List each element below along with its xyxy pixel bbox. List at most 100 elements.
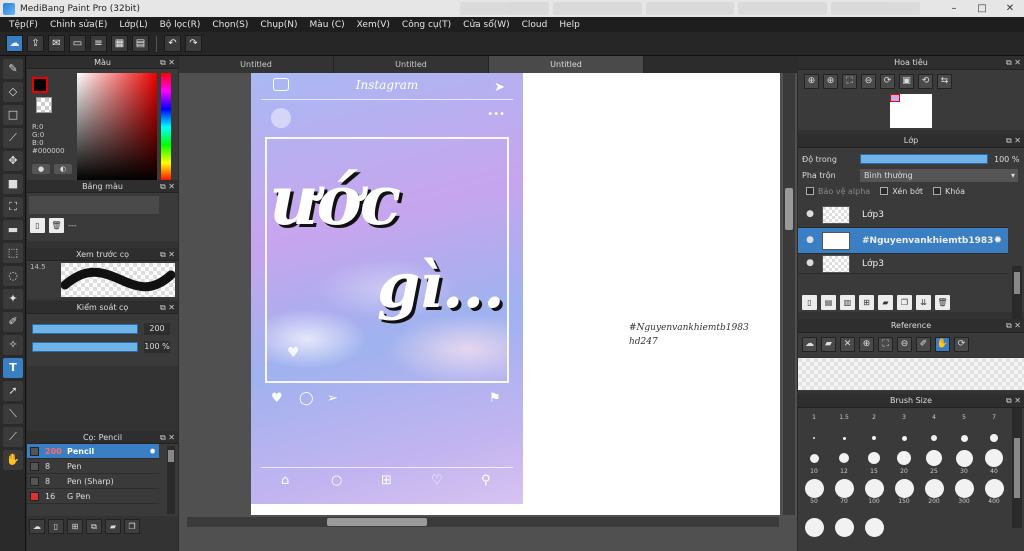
add-layer-menu-icon[interactable]: ⊞ <box>859 295 874 310</box>
color-mode-a-icon[interactable]: ● <box>32 164 50 174</box>
gear-icon[interactable]: ✹ <box>994 235 1002 246</box>
select-pen-tool-icon[interactable]: ✐ <box>3 312 23 332</box>
brush-size-preset[interactable] <box>868 452 880 464</box>
redo-icon[interactable]: ↷ <box>185 35 202 52</box>
menu-cloud[interactable]: Cloud <box>516 20 554 30</box>
document-tab-active[interactable]: Untitled <box>489 56 644 73</box>
bucket-tool-icon[interactable]: ⛶ <box>3 197 23 217</box>
brush-item[interactable]: 16 G Pen <box>27 489 159 504</box>
copy-brush-icon[interactable]: ⧉ <box>86 519 102 534</box>
menu-view[interactable]: Xem(V) <box>351 20 396 30</box>
brush-size-preset[interactable] <box>834 478 854 498</box>
scroll-thumb[interactable] <box>1014 438 1020 498</box>
panel-controls-icon[interactable]: ⧉ ✕ <box>1006 394 1021 408</box>
eyedropper-tool-icon[interactable]: ⟋ <box>3 427 23 447</box>
document-tab[interactable]: Untitled <box>179 56 334 73</box>
panel-controls-icon[interactable]: ⧉ ✕ <box>1006 134 1021 148</box>
cloud-icon[interactable]: ☁ <box>802 337 817 352</box>
brush-size-preset[interactable] <box>842 436 846 440</box>
visibility-icon[interactable]: ● <box>804 235 816 247</box>
brush-size-preset[interactable] <box>839 453 849 463</box>
panel-controls-icon[interactable]: ⧉ ✕ <box>1006 319 1021 333</box>
menu-filter[interactable]: Bộ lọc(R) <box>154 20 207 30</box>
menu-snap[interactable]: Chụp(N) <box>254 20 303 30</box>
protect-alpha-checkbox[interactable]: Bảo vệ alpha <box>806 187 870 196</box>
zoom-in-icon[interactable]: ⊕ <box>823 74 838 89</box>
brush-size-preset[interactable] <box>864 518 884 537</box>
select-rect-tool-icon[interactable]: ⬚ <box>3 243 23 263</box>
panel-controls-icon[interactable]: ⧉ ✕ <box>1006 56 1021 70</box>
text-tool-icon[interactable]: T <box>3 358 23 378</box>
brush-size-preset[interactable] <box>954 478 974 498</box>
brush-size-preset[interactable] <box>985 449 1003 467</box>
lock-checkbox[interactable]: Khóa <box>932 187 965 196</box>
gear-icon[interactable]: ✹ <box>149 447 156 456</box>
eraser-tool-icon[interactable]: ◇ <box>3 82 23 102</box>
menu-color[interactable]: Màu (C) <box>304 20 351 30</box>
brush-opacity-slider[interactable] <box>32 342 138 352</box>
panel-controls-icon[interactable]: ⧉ ✕ <box>160 180 175 193</box>
rectangle-tool-icon[interactable]: □ <box>3 105 23 125</box>
tiles-icon[interactable]: ▤ <box>132 35 149 52</box>
panel-controls-icon[interactable]: ⧉ ✕ <box>160 56 175 69</box>
minimize-icon[interactable]: – <box>940 0 968 17</box>
brush-size-preset[interactable] <box>901 435 907 441</box>
fill-rect-tool-icon[interactable]: ■ <box>3 174 23 194</box>
grid-icon[interactable]: ▦ <box>111 35 128 52</box>
brush-size-preset[interactable] <box>931 435 937 441</box>
close-icon[interactable]: ✕ <box>996 0 1024 17</box>
fit-icon[interactable]: ⛶ <box>878 337 893 352</box>
menu-layer[interactable]: Lớp(L) <box>113 20 153 30</box>
layer-row[interactable]: ● Lớp3 <box>798 202 1008 228</box>
select-eraser-tool-icon[interactable]: ✧ <box>3 335 23 355</box>
scroll-thumb[interactable] <box>1014 272 1020 294</box>
folder-open-icon[interactable]: ▰ <box>821 337 836 352</box>
layer-row[interactable]: ● Lớp3 <box>798 254 1008 274</box>
brush-size-value[interactable]: 200 <box>144 323 170 335</box>
fit-window-icon[interactable]: ⛶ <box>842 74 857 89</box>
brush-size-preset[interactable] <box>924 478 944 498</box>
close-icon[interactable]: ✕ <box>840 337 855 352</box>
hue-slider[interactable] <box>161 73 171 181</box>
blend-mode-select[interactable]: Bình thường <box>860 168 1018 182</box>
trash-icon[interactable]: 🗑 <box>49 218 64 233</box>
document-tab[interactable]: Untitled <box>334 56 489 73</box>
panel-controls-icon[interactable]: ⧉ ✕ <box>160 301 175 314</box>
new-palette-icon[interactable]: ▯ <box>30 218 45 233</box>
folder-icon[interactable]: ▰ <box>878 295 893 310</box>
folder-icon[interactable]: ▰ <box>105 519 121 534</box>
brush-size-preset[interactable] <box>864 478 884 498</box>
new-brush-icon[interactable]: ▯ <box>48 519 64 534</box>
brush-opacity-value[interactable]: 100 % <box>144 341 170 353</box>
magic-wand-tool-icon[interactable]: ✦ <box>3 289 23 309</box>
zoom-in-icon[interactable]: ⊕ <box>859 337 874 352</box>
brush-item[interactable]: 8 Pen <box>27 459 159 474</box>
brush-size-preset[interactable] <box>897 451 911 465</box>
navigator-thumbnail[interactable] <box>890 94 932 128</box>
brush-item[interactable]: 8 Pen (Sharp) <box>27 474 159 489</box>
duplicate-icon[interactable]: ❐ <box>124 519 140 534</box>
brush-size-preset[interactable] <box>813 437 815 439</box>
zoom-out-icon[interactable]: ⊖ <box>861 74 876 89</box>
scroll-thumb[interactable] <box>168 450 174 462</box>
scroll-thumb[interactable] <box>327 518 427 526</box>
menu-select[interactable]: Chọn(S) <box>206 20 254 30</box>
menu-edit[interactable]: Chỉnh sửa(E) <box>44 20 113 30</box>
eyedropper-icon[interactable]: ✐ <box>916 337 931 352</box>
brush-size-preset[interactable] <box>926 450 942 466</box>
flip-icon[interactable]: ⇆ <box>937 74 952 89</box>
saturation-value-picker[interactable] <box>77 73 157 181</box>
reference-image-area[interactable] <box>798 358 1024 390</box>
panel-controls-icon[interactable]: ⧉ ✕ <box>160 248 175 261</box>
visibility-icon[interactable]: ● <box>804 258 816 270</box>
foreground-color-swatch[interactable] <box>32 77 48 93</box>
cloud-brush-icon[interactable]: ☁ <box>29 519 45 534</box>
hand-icon[interactable]: ✋ <box>935 337 950 352</box>
menu-window[interactable]: Cửa sổ(W) <box>457 20 515 30</box>
undo-icon[interactable]: ↶ <box>164 35 181 52</box>
move-tool-icon[interactable]: ✥ <box>3 151 23 171</box>
document-icon[interactable]: ≡ <box>90 35 107 52</box>
dot-pen-tool-icon[interactable]: ⟋ <box>3 128 23 148</box>
rotate-icon[interactable]: ⟳ <box>954 337 969 352</box>
brush-list-scrollbar[interactable] <box>167 446 175 514</box>
